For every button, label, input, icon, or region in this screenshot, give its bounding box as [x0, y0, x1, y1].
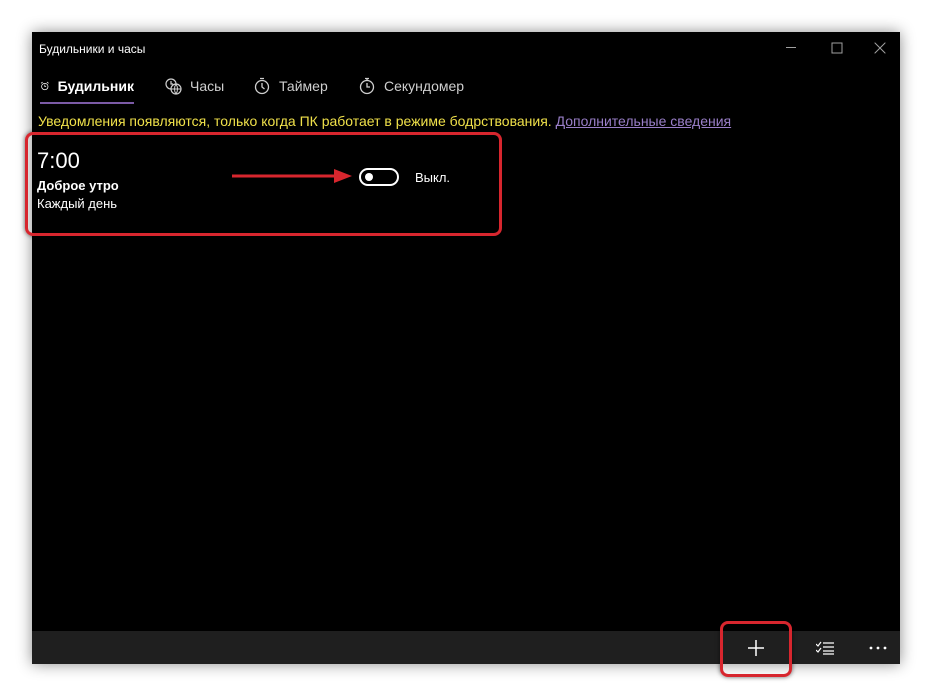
- app-window: Будильники и часы Будильник Часы Таймер …: [25, 32, 900, 677]
- add-alarm-button[interactable]: [728, 631, 784, 664]
- active-tab-indicator: [40, 102, 134, 104]
- annotation-arrow-icon: [232, 169, 352, 183]
- timer-icon: [254, 77, 270, 95]
- notice-text: Уведомления появляются, только когда ПК …: [38, 113, 552, 129]
- window-title: Будильники и часы: [39, 42, 146, 56]
- close-icon: [874, 42, 886, 54]
- close-button[interactable]: [860, 32, 900, 64]
- minimize-button[interactable]: [768, 32, 814, 64]
- tab-alarm-label: Будильник: [57, 78, 134, 94]
- world-clock-icon: [165, 78, 182, 95]
- more-options-button[interactable]: [856, 631, 900, 664]
- select-list-icon: [816, 641, 834, 655]
- more-info-link[interactable]: Дополнительные сведения: [556, 113, 732, 129]
- tab-clock[interactable]: Часы: [164, 70, 224, 102]
- tab-stopwatch[interactable]: Секундомер: [358, 70, 464, 102]
- toggle-state-label: Выкл.: [415, 170, 451, 185]
- alarm-clock-icon: [40, 81, 49, 91]
- tab-clock-label: Часы: [190, 78, 225, 94]
- alarm-toggle[interactable]: [359, 168, 399, 186]
- maximize-icon: [831, 42, 843, 54]
- tab-timer-label: Таймер: [279, 78, 328, 94]
- command-bar: [32, 631, 900, 664]
- notification-notice: Уведомления появляются, только когда ПК …: [38, 113, 731, 129]
- alarm-time: 7:00: [37, 148, 80, 173]
- minimize-icon: [786, 47, 796, 48]
- alarm-name: Доброе утро: [37, 178, 119, 193]
- alarm-repeat: Каждый день: [37, 196, 118, 211]
- tab-timer[interactable]: Таймер: [253, 70, 328, 102]
- select-alarms-button[interactable]: [797, 631, 853, 664]
- maximize-button[interactable]: [814, 32, 860, 64]
- toggle-knob: [365, 173, 373, 181]
- tab-stopwatch-label: Секундомер: [384, 78, 465, 94]
- more-icon: [869, 646, 887, 649]
- title-bar: Будильники и часы: [32, 32, 900, 64]
- tab-bar: Будильник Часы Таймер Секундомер: [32, 70, 900, 104]
- plus-icon: [748, 639, 764, 656]
- stopwatch-icon: [359, 77, 375, 95]
- tab-alarm[interactable]: Будильник: [40, 70, 134, 104]
